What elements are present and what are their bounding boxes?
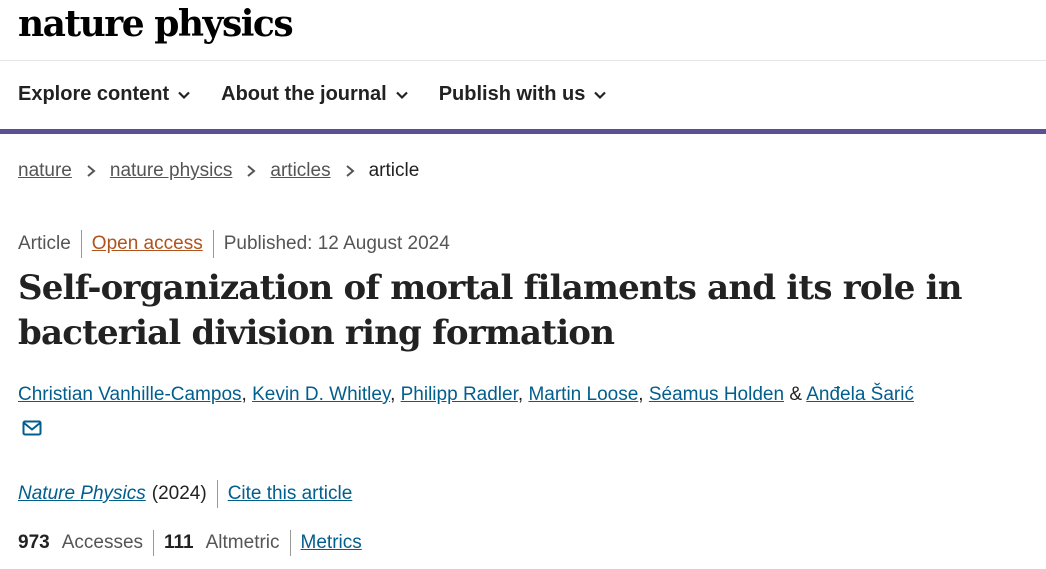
journal-link[interactable]: Nature Physics bbox=[18, 483, 146, 505]
chevron-down-icon bbox=[395, 91, 408, 99]
journal-year: (2024) bbox=[151, 483, 207, 504]
nav-explore-content[interactable]: Explore content bbox=[18, 83, 191, 106]
author-link[interactable]: Anđela Šarić bbox=[806, 384, 914, 405]
nav-publish-with-us[interactable]: Publish with us bbox=[439, 83, 608, 106]
nav-item-label: Explore content bbox=[18, 83, 170, 105]
mail-icon[interactable] bbox=[22, 420, 42, 436]
article-title: Self-organization of mortal filaments an… bbox=[18, 268, 963, 353]
published-date: Published: 12 August 2024 bbox=[223, 233, 450, 254]
site-logo[interactable]: nature physics bbox=[18, 2, 294, 46]
breadcrumb-current: article bbox=[368, 160, 420, 181]
breadcrumb-link-articles[interactable]: articles bbox=[270, 160, 330, 182]
main-nav: Explore content About the journal Publis… bbox=[0, 61, 1046, 134]
author-link[interactable]: Philipp Radler bbox=[401, 384, 518, 405]
nav-about-journal[interactable]: About the journal bbox=[221, 83, 409, 106]
altmetric-count: 111 bbox=[164, 532, 194, 553]
cite-article-link[interactable]: Cite this article bbox=[228, 483, 353, 505]
nav-item-label: Publish with us bbox=[438, 83, 586, 105]
breadcrumb: nature nature physics articles article bbox=[18, 160, 419, 182]
author-link[interactable]: Séamus Holden bbox=[649, 384, 784, 405]
divider bbox=[80, 230, 82, 258]
author-list: Christian Vanhille-Campos, Kevin D. Whit… bbox=[18, 384, 914, 405]
journal-citation: Nature Physics (2024) Cite this article bbox=[18, 480, 352, 508]
chevron-right-icon bbox=[247, 165, 256, 177]
chevron-right-icon bbox=[345, 165, 355, 177]
author-link[interactable]: Kevin D. Whitley bbox=[252, 384, 390, 405]
divider bbox=[212, 230, 214, 258]
breadcrumb-link-nature[interactable]: nature bbox=[18, 160, 72, 182]
header-logo-bar: nature physics bbox=[0, 0, 1046, 61]
divider bbox=[216, 480, 218, 508]
chevron-right-icon bbox=[87, 165, 96, 177]
article-metrics: 973 Accesses 111 Altmetric Metrics bbox=[18, 530, 362, 556]
author-link[interactable]: Christian Vanhille-Campos bbox=[18, 384, 242, 405]
article-type: Article bbox=[18, 233, 71, 254]
chevron-down-icon bbox=[594, 91, 607, 99]
accesses-label: Accesses bbox=[61, 532, 144, 553]
open-access-link[interactable]: Open access bbox=[92, 233, 203, 255]
metrics-link[interactable]: Metrics bbox=[301, 532, 362, 554]
nav-item-label: About the journal bbox=[221, 83, 387, 105]
divider bbox=[289, 530, 291, 556]
chevron-down-icon bbox=[178, 91, 190, 99]
altmetric-label: Altmetric bbox=[205, 532, 280, 553]
breadcrumb-link-nature-physics[interactable]: nature physics bbox=[110, 160, 233, 182]
article-meta: Article Open access Published: 12 August… bbox=[18, 230, 450, 258]
divider bbox=[153, 530, 155, 556]
author-link[interactable]: Martin Loose bbox=[528, 384, 638, 405]
accesses-count: 973 bbox=[18, 532, 50, 553]
